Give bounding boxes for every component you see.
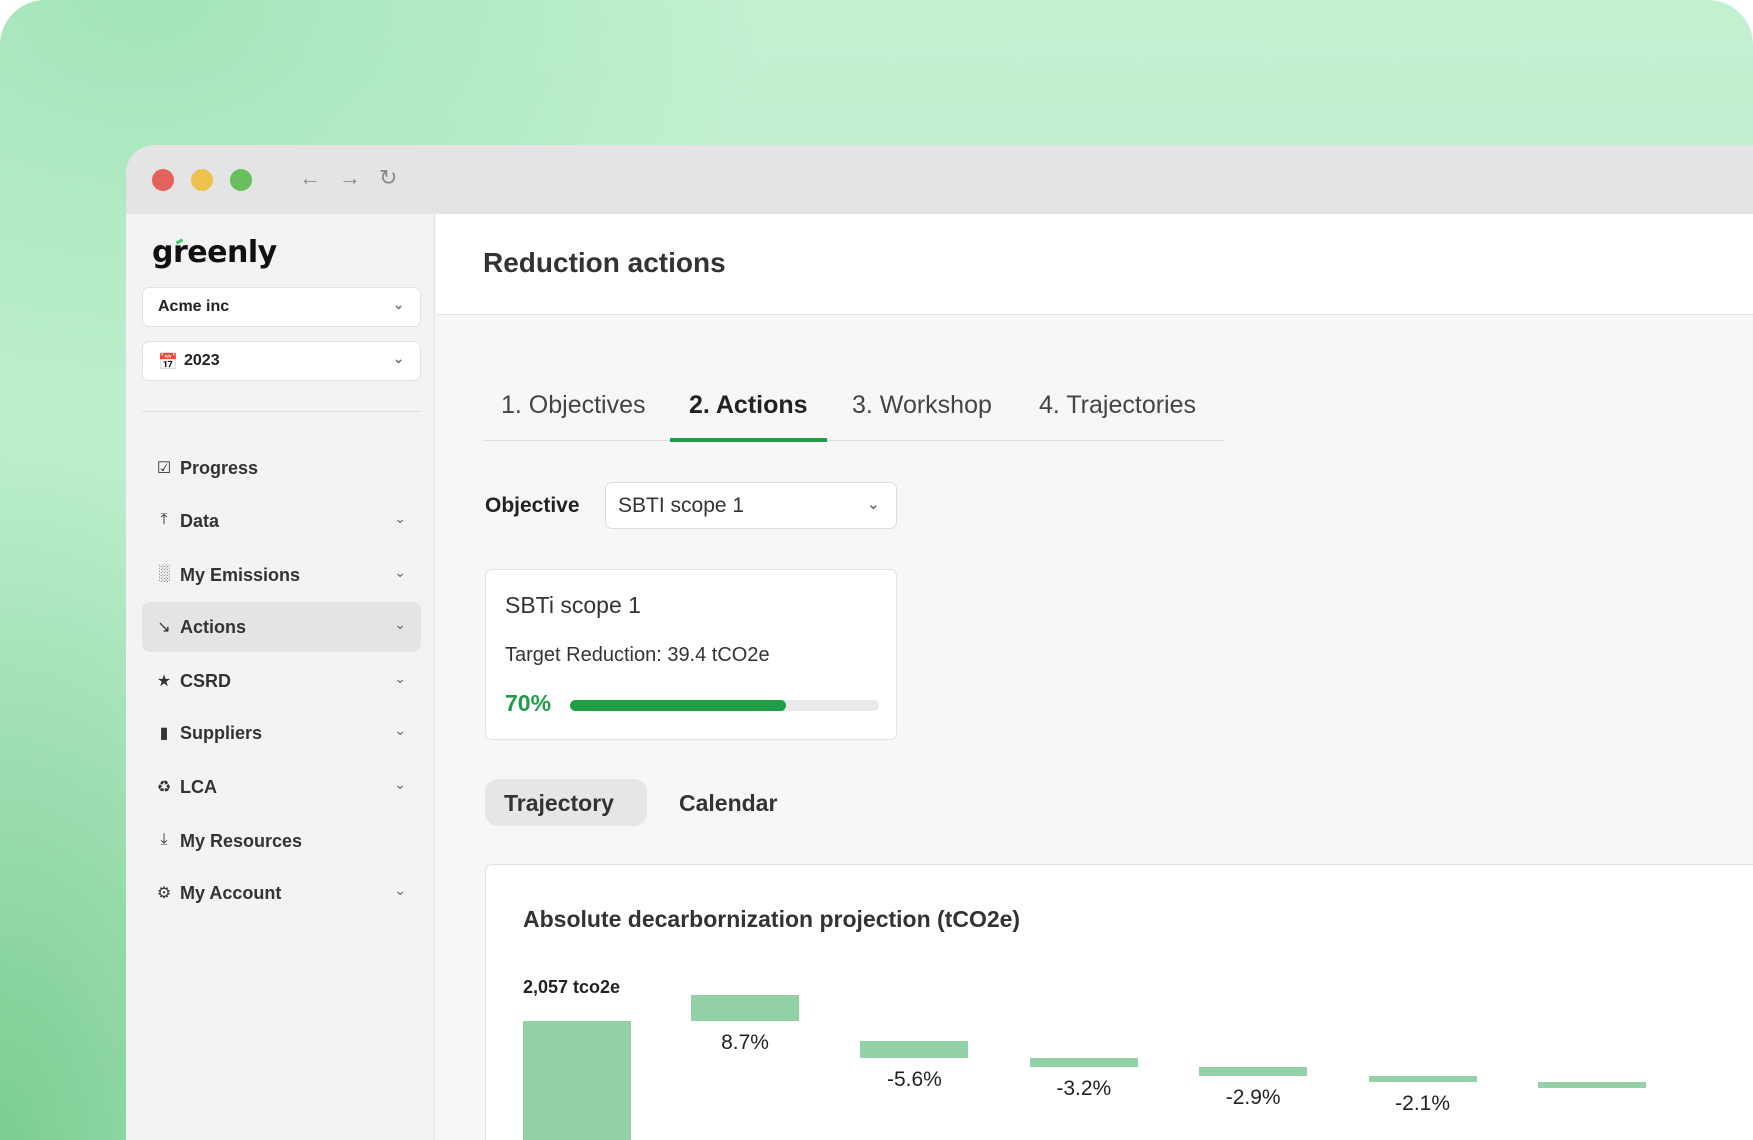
sidebar-item-label: My Account: [180, 883, 282, 903]
objective-name: SBTi scope 1: [505, 592, 641, 618]
sidebar: greenly Acme inc ⌄ 📅 2023 ⌄ ☑ Progress ⤒ Da…: [126, 214, 435, 1140]
main-content: Reduction actions 1. Objectives 2. Actio…: [436, 214, 1753, 1140]
sidebar-item-label: Data: [180, 511, 220, 531]
view-tab-trajectory[interactable]: Trajectory: [485, 779, 647, 826]
sidebar-item-label: CSRD: [180, 671, 232, 691]
active-tab-indicator: [670, 438, 827, 442]
star-icon: ★: [156, 673, 172, 690]
bar-step: [1199, 1067, 1308, 1077]
sidebar-item-my-resources[interactable]: ⤓ My Resources: [142, 816, 421, 866]
sidebar-item-label: My Resources: [180, 831, 303, 851]
bar-step: [1538, 1082, 1646, 1089]
bar-step: [1368, 1076, 1477, 1083]
sidebar-item-csrd[interactable]: ★ CSRD ⌄: [142, 656, 421, 706]
reload-icon[interactable]: ↻: [379, 165, 397, 191]
sidebar-item-label: Progress: [180, 458, 259, 478]
minimize-window-button[interactable]: [191, 169, 213, 191]
view-tab-calendar[interactable]: Calendar: [679, 790, 777, 817]
back-arrow-icon[interactable]: ←: [299, 165, 321, 191]
folder-icon: ▮: [159, 725, 169, 742]
chevron-down-icon: ⌄: [394, 722, 406, 738]
background: ← → ↻ greenly Acme inc ⌄ 📅 2023 ⌄ ☑ Progr…: [0, 0, 1753, 1140]
bar-chart-icon: ░: [158, 565, 170, 582]
trend-down-icon: ↘: [157, 619, 171, 636]
close-window-button[interactable]: [152, 169, 174, 191]
sidebar-item-lca[interactable]: ♻ LCA ⌄: [142, 762, 421, 812]
chevron-down-icon: ⌄: [394, 776, 406, 792]
sidebar-item-actions[interactable]: ↘ Actions ⌄: [142, 602, 421, 652]
sidebar-item-data[interactable]: ⤒ Data ⌄: [142, 496, 421, 546]
objective-label: Objective: [485, 494, 580, 517]
chevron-down-icon: ⌄: [393, 297, 404, 312]
sidebar-item-suppliers[interactable]: ▮ Suppliers ⌄: [142, 708, 421, 758]
progress-bar: [570, 700, 879, 711]
year-select[interactable]: 📅 2023 ⌄: [142, 341, 421, 381]
progress-bar-fill: [570, 700, 787, 711]
bar-label: -3.2%: [1056, 1077, 1112, 1101]
calendar-icon: 📅: [158, 354, 178, 371]
objective-select[interactable]: SBTI scope 1 ⌄: [605, 482, 897, 529]
gear-icon: ⚙: [156, 885, 172, 902]
bar-label: -2.9%: [1225, 1086, 1281, 1110]
sidebar-item-progress[interactable]: ☑ Progress: [142, 443, 421, 493]
greenly-logo[interactable]: greenly: [152, 235, 277, 270]
start-value-label: 2,057 tco2e: [523, 977, 621, 997]
upload-icon: ⤒: [160, 511, 168, 528]
chevron-down-icon: ⌄: [394, 510, 406, 526]
bar-step: [691, 994, 799, 1021]
bar-step: [860, 1041, 969, 1058]
objective-card: SBTi scope 1 Target Reduction: 39.4 tCO2…: [485, 569, 897, 740]
bar-start: [523, 1021, 631, 1140]
target-reduction: Target Reduction: 39.4 tCO2e: [505, 644, 770, 666]
chevron-down-icon: ⌄: [394, 670, 406, 686]
download-icon: ⤓: [160, 831, 168, 848]
page-header: Reduction actions: [436, 214, 1753, 315]
forward-arrow-icon[interactable]: →: [339, 165, 361, 191]
tab-trajectories[interactable]: 4. Trajectories: [1039, 391, 1196, 420]
browser-toolbar: ← → ↻: [126, 145, 1753, 214]
bar-label: 8.7%: [721, 1031, 769, 1054]
tab-workshop[interactable]: 3. Workshop: [852, 391, 992, 420]
step-tabs: 1. Objectives 2. Actions 3. Workshop 4. …: [483, 383, 1225, 442]
year-select-value: 2023: [184, 352, 220, 369]
sidebar-item-label: Actions: [180, 617, 247, 637]
chevron-down-icon: ⌄: [394, 564, 406, 580]
sidebar-item-my-emissions[interactable]: ░ My Emissions ⌄: [142, 550, 421, 600]
bar-label: -2.1%: [1395, 1092, 1451, 1116]
recycle-icon: ♻: [156, 779, 172, 796]
chevron-down-icon: ⌄: [394, 882, 406, 898]
checkbox-icon: ☑: [156, 460, 172, 477]
browser-window: ← → ↻ greenly Acme inc ⌄ 📅 2023 ⌄ ☑ Progr…: [126, 145, 1753, 1140]
sidebar-item-label: My Emissions: [180, 565, 301, 585]
bar-label: -5.6%: [886, 1067, 942, 1091]
tab-objectives[interactable]: 1. Objectives: [501, 391, 646, 420]
page-title: Reduction actions: [483, 247, 726, 278]
progress-percent: 70%: [505, 690, 552, 716]
objective-select-value: SBTI scope 1: [618, 494, 745, 517]
sidebar-item-label: LCA: [180, 777, 217, 797]
chevron-down-icon: ⌄: [394, 616, 406, 632]
sidebar-item-label: Suppliers: [180, 723, 263, 743]
sidebar-item-my-account[interactable]: ⚙ My Account ⌄: [142, 868, 421, 918]
company-select[interactable]: Acme inc ⌄: [142, 287, 421, 327]
view-tab-trajectory-label: Trajectory: [504, 790, 614, 816]
tab-actions[interactable]: 2. Actions: [689, 391, 808, 420]
divider: [142, 411, 421, 412]
chart-title: Absolute decarbornization projection (tC…: [523, 906, 1021, 932]
chevron-down-icon: ⌄: [866, 496, 880, 513]
projection-chart: Absolute decarbornization projection (tC…: [485, 864, 1753, 1140]
maximize-window-button[interactable]: [230, 169, 252, 191]
chevron-down-icon: ⌄: [393, 351, 404, 366]
company-select-value: Acme inc: [158, 298, 230, 315]
bar-step: [1029, 1057, 1138, 1068]
